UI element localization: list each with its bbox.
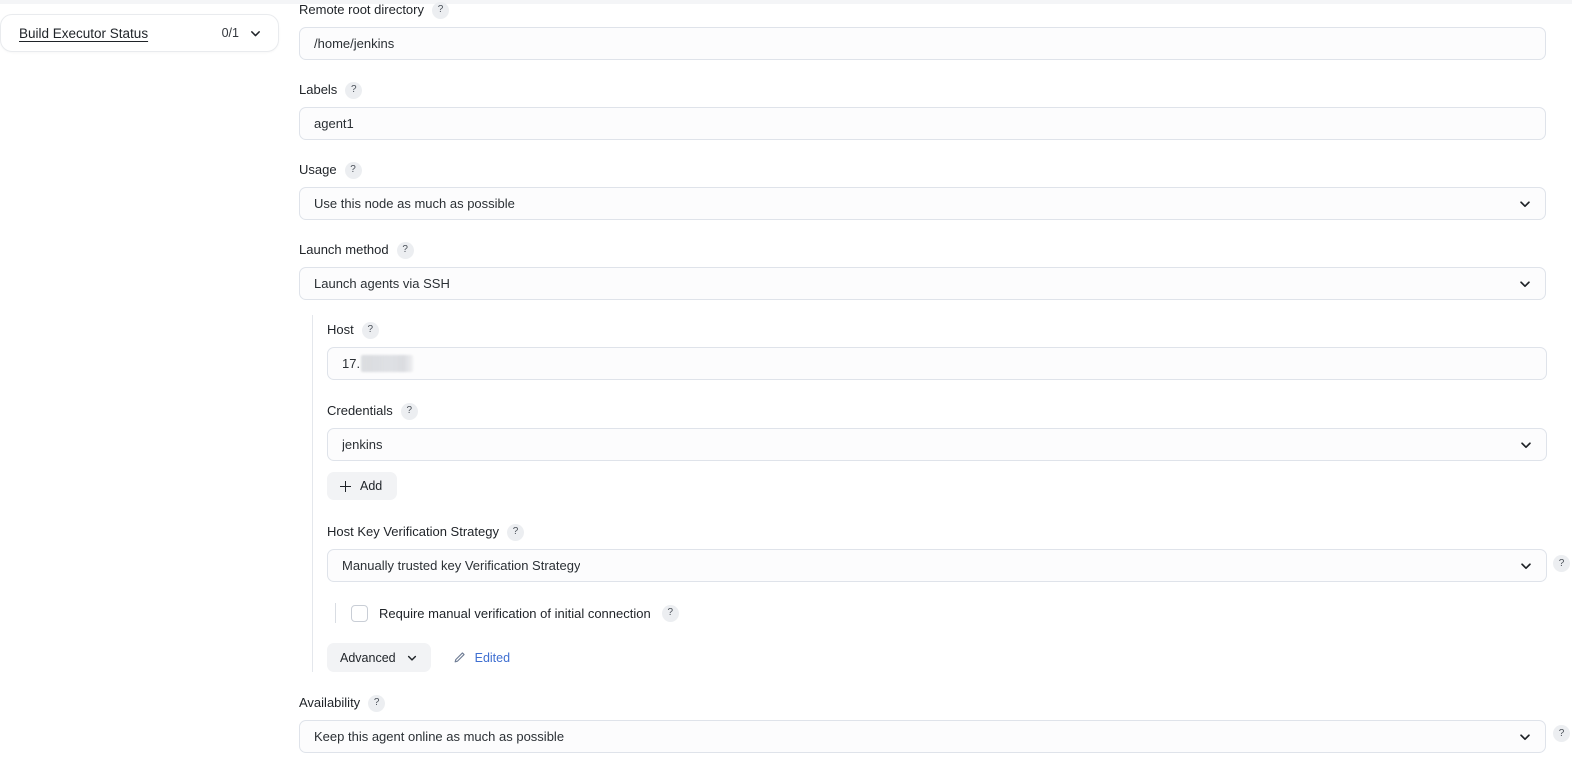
- labels-label: Labels: [299, 82, 338, 97]
- credentials-value: jenkins: [342, 437, 383, 452]
- field-credentials: Credentials ? jenkins: [327, 402, 1547, 461]
- host-key-strategy-select[interactable]: Manually trusted key Verification Strate…: [327, 549, 1547, 582]
- field-labels: Labels ? agent1: [299, 81, 1546, 140]
- add-credentials-button[interactable]: Add: [327, 472, 398, 500]
- require-manual-verification-row: Require manual verification of initial c…: [335, 602, 679, 624]
- field-host-key-verification-strategy: Host Key Verification Strategy ? Manuall…: [327, 523, 1547, 582]
- field-usage: Usage ? Use this node as much as possibl…: [299, 161, 1546, 220]
- help-icon[interactable]: ?: [361, 321, 379, 339]
- build-executor-status-meta: 0/1: [222, 26, 262, 40]
- edited-link[interactable]: Edited: [453, 651, 510, 665]
- remote-root-directory-input[interactable]: /home/jenkins: [299, 27, 1546, 60]
- require-manual-verification-checkbox[interactable]: [351, 604, 368, 622]
- host-key-strategy-value: Manually trusted key Verification Strate…: [342, 558, 581, 573]
- add-button-label: Add: [360, 479, 383, 493]
- advanced-row: Advanced Edited: [327, 643, 510, 672]
- pencil-icon: [453, 651, 466, 664]
- remote-root-directory-label-row: Remote root directory ?: [299, 1, 1546, 19]
- indent-guide: [335, 603, 336, 623]
- require-manual-verification-label[interactable]: Require manual verification of initial c…: [379, 606, 651, 621]
- node-configuration-page: Build Executor Status 0/1 Remote root di…: [0, 0, 1572, 761]
- labels-label-row: Labels ?: [299, 81, 1546, 99]
- redaction-block: [361, 355, 414, 372]
- launch-method-label: Launch method: [299, 242, 389, 257]
- chevron-down-icon[interactable]: [249, 27, 262, 40]
- credentials-label: Credentials: [327, 403, 393, 418]
- host-input[interactable]: 17.: [327, 347, 1547, 380]
- availability-label: Availability: [299, 695, 361, 710]
- field-availability: Availability ? Keep this agent online as…: [299, 694, 1546, 753]
- build-executor-status-card[interactable]: Build Executor Status 0/1: [0, 14, 279, 52]
- host-value-wrap: 17.: [342, 355, 414, 372]
- help-icon[interactable]: ?: [345, 81, 363, 99]
- chevron-down-icon[interactable]: [1518, 277, 1532, 291]
- labels-input[interactable]: agent1: [299, 107, 1546, 140]
- host-label: Host: [327, 322, 354, 337]
- plus-icon: [340, 480, 351, 492]
- host-key-strategy-label-row: Host Key Verification Strategy ?: [327, 523, 1547, 541]
- labels-value: agent1: [314, 116, 354, 131]
- availability-value: Keep this agent online as much as possib…: [314, 729, 565, 744]
- chevron-down-icon[interactable]: [1518, 730, 1532, 744]
- chevron-down-icon[interactable]: [1519, 438, 1533, 452]
- launch-method-label-row: Launch method ?: [299, 241, 1546, 259]
- chevron-down-icon: [406, 652, 418, 664]
- availability-label-row: Availability ?: [299, 694, 1546, 712]
- help-icon[interactable]: ?: [506, 523, 524, 541]
- remote-root-directory-value: /home/jenkins: [314, 36, 395, 51]
- build-executor-status-link[interactable]: Build Executor Status: [19, 26, 148, 41]
- launch-method-value: Launch agents via SSH: [314, 276, 450, 291]
- field-launch-method: Launch method ? Launch agents via SSH: [299, 241, 1546, 300]
- help-icon[interactable]: ?: [400, 402, 418, 420]
- usage-label: Usage: [299, 162, 337, 177]
- field-host: Host ? 17.: [327, 321, 1547, 380]
- field-remote-root-directory: Remote root directory ? /home/jenkins: [299, 1, 1546, 60]
- host-label-row: Host ?: [327, 321, 1547, 339]
- help-icon[interactable]: ?: [432, 1, 449, 19]
- credentials-select[interactable]: jenkins: [327, 428, 1547, 461]
- ssh-launcher-section: Host ? 17. Credentials ? jenkins Add Hos…: [312, 315, 1547, 672]
- help-icon[interactable]: ?: [368, 694, 386, 712]
- host-key-strategy-label: Host Key Verification Strategy: [327, 524, 499, 539]
- credentials-label-row: Credentials ?: [327, 402, 1547, 420]
- usage-label-row: Usage ?: [299, 161, 1546, 179]
- host-value: 17.: [342, 356, 361, 371]
- usage-select[interactable]: Use this node as much as possible: [299, 187, 1546, 220]
- usage-value: Use this node as much as possible: [314, 196, 515, 211]
- executor-count: 0/1: [221, 26, 239, 40]
- help-icon[interactable]: ?: [1553, 725, 1570, 742]
- sidebar: Build Executor Status 0/1: [0, 14, 279, 52]
- chevron-down-icon[interactable]: [1518, 197, 1532, 211]
- remote-root-directory-label: Remote root directory: [299, 2, 424, 17]
- chevron-down-icon[interactable]: [1519, 559, 1533, 573]
- launch-method-select[interactable]: Launch agents via SSH: [299, 267, 1546, 300]
- availability-select[interactable]: Keep this agent online as much as possib…: [299, 720, 1546, 753]
- help-icon[interactable]: ?: [661, 604, 679, 622]
- help-icon[interactable]: ?: [396, 241, 414, 259]
- advanced-button[interactable]: Advanced: [327, 643, 431, 672]
- edited-link-label: Edited: [474, 650, 511, 665]
- help-icon[interactable]: ?: [1553, 555, 1570, 572]
- help-icon[interactable]: ?: [344, 161, 362, 179]
- advanced-button-label: Advanced: [340, 650, 396, 665]
